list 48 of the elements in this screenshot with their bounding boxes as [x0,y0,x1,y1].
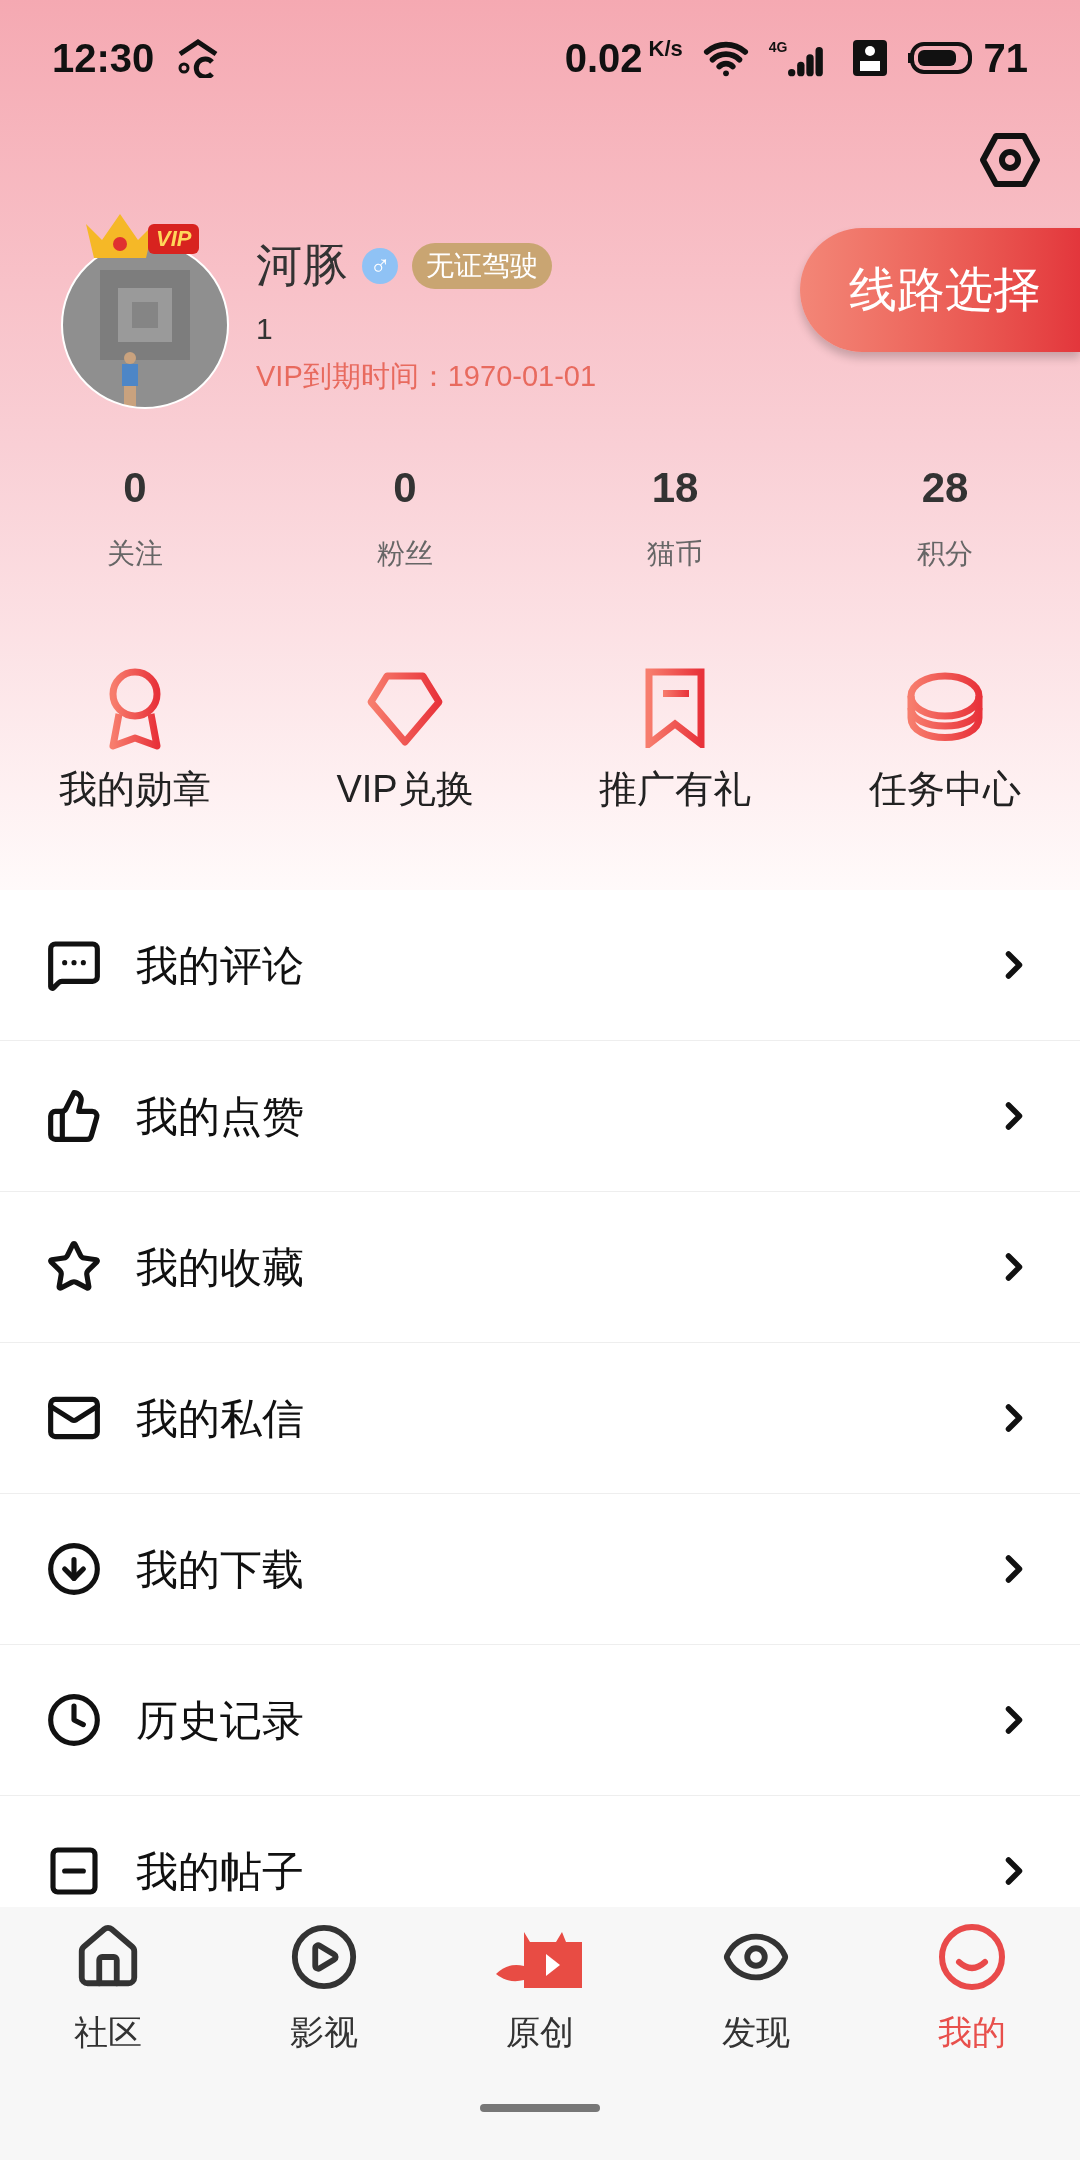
nav-tab[interactable]: 发现 [648,1921,864,2058]
stat-value: 28 [921,462,969,513]
smile-icon [937,1922,1007,1992]
nav-tab[interactable]: 影视 [216,1921,432,2058]
stat-value: 0 [123,462,147,513]
nav-tab[interactable]: 原创 [432,1921,648,2058]
vip-badge: VIP [148,224,200,254]
thumbs-up-icon [46,1088,102,1144]
shortcut-button[interactable]: 推广有礼 [540,665,810,818]
shortcut-button[interactable]: 我的勋章 [0,665,270,818]
menu-label: 我的点赞 [136,1091,305,1142]
download-icon [46,1541,102,1597]
settings-icon [980,133,1040,187]
gender-icon: ♂ [362,247,398,284]
nav-tab[interactable]: 社区 [0,1921,216,2058]
shortcut-button[interactable]: 任务中心 [810,665,1080,818]
user-id: 1 [256,311,274,348]
play-icon [289,1922,359,1992]
menu-item[interactable]: 我的私信 [0,1343,1080,1494]
menu-item[interactable]: 我的评论 [0,890,1080,1041]
menu-label: 我的下载 [136,1544,305,1595]
vip-expiry: VIP到期时间：1970-01-01 [256,359,598,395]
menu-label: 历史记录 [136,1695,305,1746]
menu-item[interactable]: 我的下载 [0,1494,1080,1645]
shortcut-button[interactable]: VIP兑换 [270,665,540,818]
menu-item[interactable]: 历史记录 [0,1645,1080,1796]
user-tag: 无证驾驶 [412,242,552,289]
stat-label: 猫币 [647,536,703,571]
bookmark-icon [643,668,707,748]
menu-item[interactable]: 我的点赞 [0,1041,1080,1192]
battery-level: 71 [983,34,1028,82]
stat-value: 18 [651,462,699,513]
stat-label: 粉丝 [377,536,433,571]
user-name: 河豚 [256,238,348,294]
battery-icon [907,41,974,74]
stat-label: 积分 [917,536,973,571]
menu-label: 我的评论 [136,940,305,991]
stat-value: 0 [393,462,417,513]
status-time: 12:30 [52,34,155,82]
menu-label: 我的收藏 [136,1242,305,1293]
clock-icon [46,1692,102,1748]
network-speed: 0.02 [564,34,643,82]
speed-unit: K/s [648,34,683,63]
menu-item[interactable]: 我的收藏 [0,1192,1080,1343]
stat-label: 关注 [107,536,163,571]
network-type: 4G [768,39,788,54]
menu-label: 我的私信 [136,1393,305,1444]
menu-label: 我的帖子 [136,1846,305,1897]
